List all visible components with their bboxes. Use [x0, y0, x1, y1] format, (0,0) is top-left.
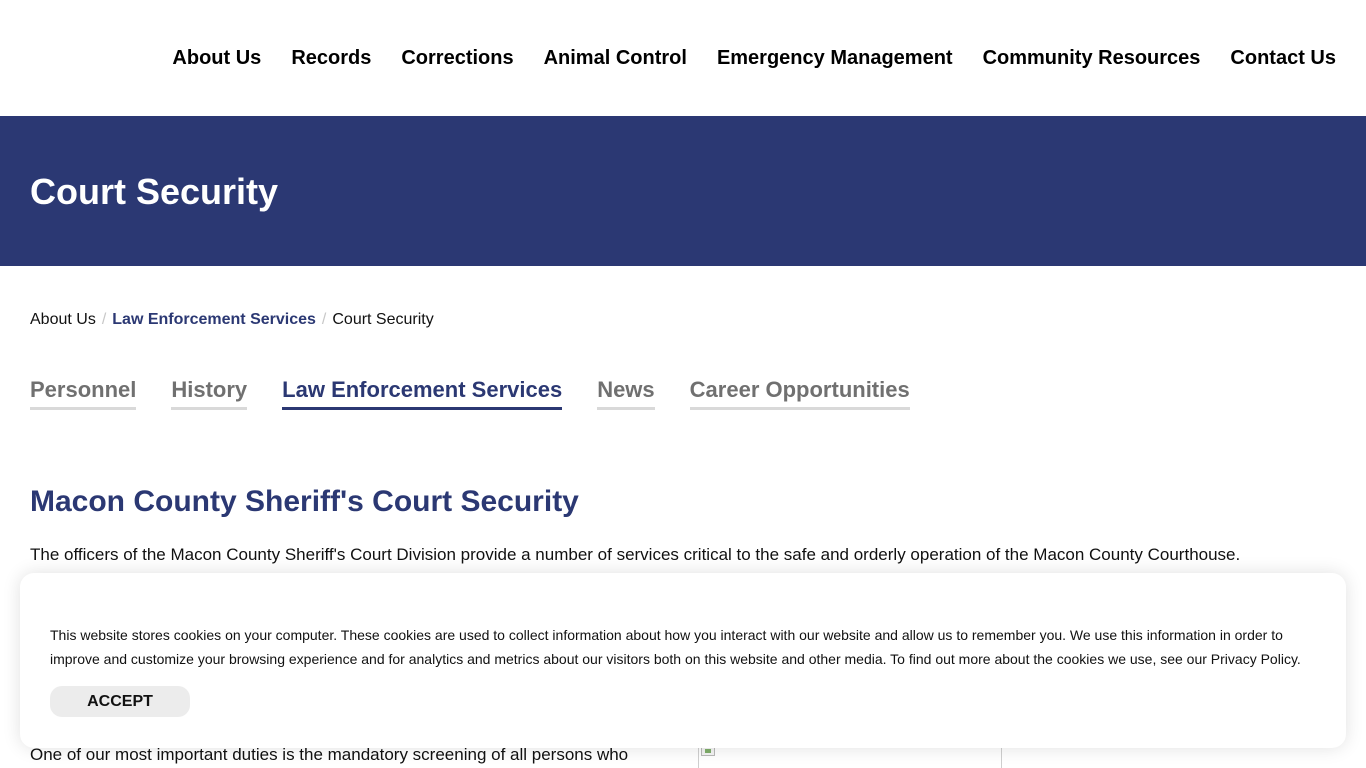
nav-community-resources[interactable]: Community Resources — [983, 44, 1201, 72]
site-header: About Us Records Corrections Animal Cont… — [0, 0, 1366, 116]
nav-about-us[interactable]: About Us — [172, 44, 261, 72]
breadcrumb-about-us[interactable]: About Us — [30, 309, 96, 331]
tab-personnel[interactable]: Personnel — [30, 376, 137, 410]
nav-emergency-management[interactable]: Emergency Management — [717, 44, 953, 72]
breadcrumb-separator: / — [101, 311, 107, 328]
breadcrumb-law-enforcement-services[interactable]: Law Enforcement Services — [112, 309, 316, 331]
tab-history[interactable]: History — [171, 376, 248, 410]
tab-career-opportunities[interactable]: Career Opportunities — [689, 376, 910, 410]
content-heading: Macon County Sheriff's Court Security — [30, 485, 579, 518]
nav-contact-us[interactable]: Contact Us — [1230, 44, 1336, 72]
tab-law-enforcement-services[interactable]: Law Enforcement Services — [282, 376, 563, 410]
nav-corrections[interactable]: Corrections — [401, 44, 513, 72]
breadcrumb: About Us / Law Enforcement Services / Co… — [30, 309, 434, 331]
intro-paragraph: The officers of the Macon County Sheriff… — [30, 545, 1241, 564]
cookie-notice-text: This website stores cookies on your comp… — [50, 627, 1301, 667]
nav-animal-control[interactable]: Animal Control — [544, 44, 687, 72]
breadcrumb-separator: / — [321, 311, 327, 328]
cookie-banner: This website stores cookies on your comp… — [20, 573, 1346, 748]
page-banner: Court Security — [0, 116, 1366, 266]
breadcrumb-current: Court Security — [332, 311, 434, 328]
section-tabs: Personnel History Law Enforcement Servic… — [30, 376, 910, 410]
tab-news[interactable]: News — [597, 376, 655, 410]
main-nav: About Us Records Corrections Animal Cont… — [172, 44, 1336, 72]
nav-records[interactable]: Records — [291, 44, 371, 72]
accept-cookies-button[interactable]: ACCEPT — [50, 686, 190, 717]
page-title: Court Security — [30, 171, 279, 212]
